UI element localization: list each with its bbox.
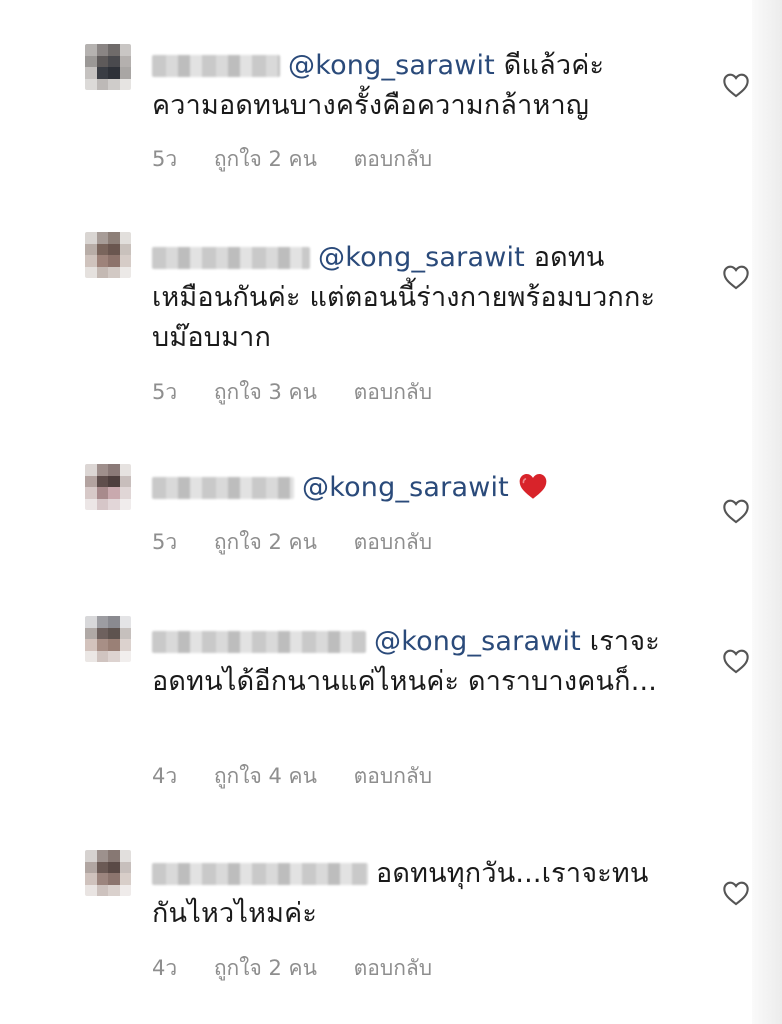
comment-meta: 5ว ถูกใจ 3 คน ตอบกลับ bbox=[152, 376, 462, 409]
username-blurred[interactable] bbox=[152, 55, 280, 77]
heart-outline-icon[interactable] bbox=[722, 72, 750, 98]
comment-time: 5ว bbox=[152, 530, 178, 554]
comments-screen: @kong_sarawit ดีแล้วค่ะ ความอดทนบางครั้ง… bbox=[0, 0, 782, 1024]
comment-body: @kong_sarawit อดทนเหมือนกันค่ะ แต่ตอนนี้… bbox=[152, 238, 682, 404]
comment-body: อดทนทุกวัน...เราจะทนกันไหวไหมค่ะ 4ว ถูกใ… bbox=[152, 854, 682, 980]
red-heart-emoji bbox=[519, 474, 547, 499]
username-blurred[interactable] bbox=[152, 477, 294, 499]
comment-meta: 4ว ถูกใจ 4 คน ตอบกลับ bbox=[152, 760, 462, 793]
like-count[interactable]: ถูกใจ 3 คน bbox=[214, 380, 317, 404]
comment-time: 5ว bbox=[152, 380, 178, 404]
heart-outline-icon[interactable] bbox=[722, 264, 750, 290]
username-blurred[interactable] bbox=[152, 863, 368, 885]
comment-text: @kong_sarawit อดทนเหมือนกันค่ะ แต่ตอนนี้… bbox=[152, 238, 672, 358]
comment-meta: 4ว ถูกใจ 2 คน ตอบกลับ bbox=[152, 952, 462, 985]
comment-body: @kong_sarawit เราจะอดทนได้อีกนานแค่ไหนค่… bbox=[152, 622, 682, 788]
comment-meta: 5ว ถูกใจ 2 คน ตอบกลับ bbox=[152, 143, 462, 176]
comment-body: @kong_sarawit 5ว ถูกใจ 2 คน ตอบกลับ bbox=[152, 468, 682, 554]
like-count[interactable]: ถูกใจ 2 คน bbox=[214, 956, 317, 980]
reply-button[interactable]: ตอบกลับ bbox=[354, 147, 433, 171]
comment-meta: 5ว ถูกใจ 2 คน ตอบกลับ bbox=[152, 526, 462, 559]
username-blurred[interactable] bbox=[152, 631, 366, 653]
comment-time: 4ว bbox=[152, 764, 178, 788]
comment-text: @kong_sarawit เราจะอดทนได้อีกนานแค่ไหนค่… bbox=[152, 622, 677, 702]
mention-link[interactable]: @kong_sarawit bbox=[374, 626, 581, 657]
comment-body: @kong_sarawit ดีแล้วค่ะ ความอดทนบางครั้ง… bbox=[152, 46, 682, 171]
like-count[interactable]: ถูกใจ 4 คน bbox=[214, 764, 317, 788]
mention-link[interactable]: @kong_sarawit bbox=[318, 242, 525, 273]
heart-outline-icon[interactable] bbox=[722, 880, 750, 906]
avatar[interactable] bbox=[85, 616, 131, 662]
like-count[interactable]: ถูกใจ 2 คน bbox=[214, 530, 317, 554]
reply-button[interactable]: ตอบกลับ bbox=[354, 530, 433, 554]
comment-text: @kong_sarawit ดีแล้วค่ะ ความอดทนบางครั้ง… bbox=[152, 46, 652, 126]
mention-link[interactable]: @kong_sarawit bbox=[302, 472, 509, 503]
avatar[interactable] bbox=[85, 464, 131, 510]
username-blurred[interactable] bbox=[152, 247, 310, 269]
reply-button[interactable]: ตอบกลับ bbox=[354, 956, 433, 980]
avatar[interactable] bbox=[85, 44, 131, 90]
reply-button[interactable]: ตอบกลับ bbox=[354, 764, 433, 788]
avatar[interactable] bbox=[85, 232, 131, 278]
avatar[interactable] bbox=[85, 850, 131, 896]
heart-outline-icon[interactable] bbox=[722, 498, 750, 524]
scroll-edge bbox=[752, 0, 782, 1024]
mention-link[interactable]: @kong_sarawit bbox=[288, 50, 495, 81]
comment-time: 5ว bbox=[152, 147, 178, 171]
like-count[interactable]: ถูกใจ 2 คน bbox=[214, 147, 317, 171]
reply-button[interactable]: ตอบกลับ bbox=[354, 380, 433, 404]
comment-text: @kong_sarawit bbox=[152, 468, 672, 508]
heart-outline-icon[interactable] bbox=[722, 648, 750, 674]
comment-text: อดทนทุกวัน...เราจะทนกันไหวไหมค่ะ bbox=[152, 854, 677, 934]
comment-time: 4ว bbox=[152, 956, 178, 980]
